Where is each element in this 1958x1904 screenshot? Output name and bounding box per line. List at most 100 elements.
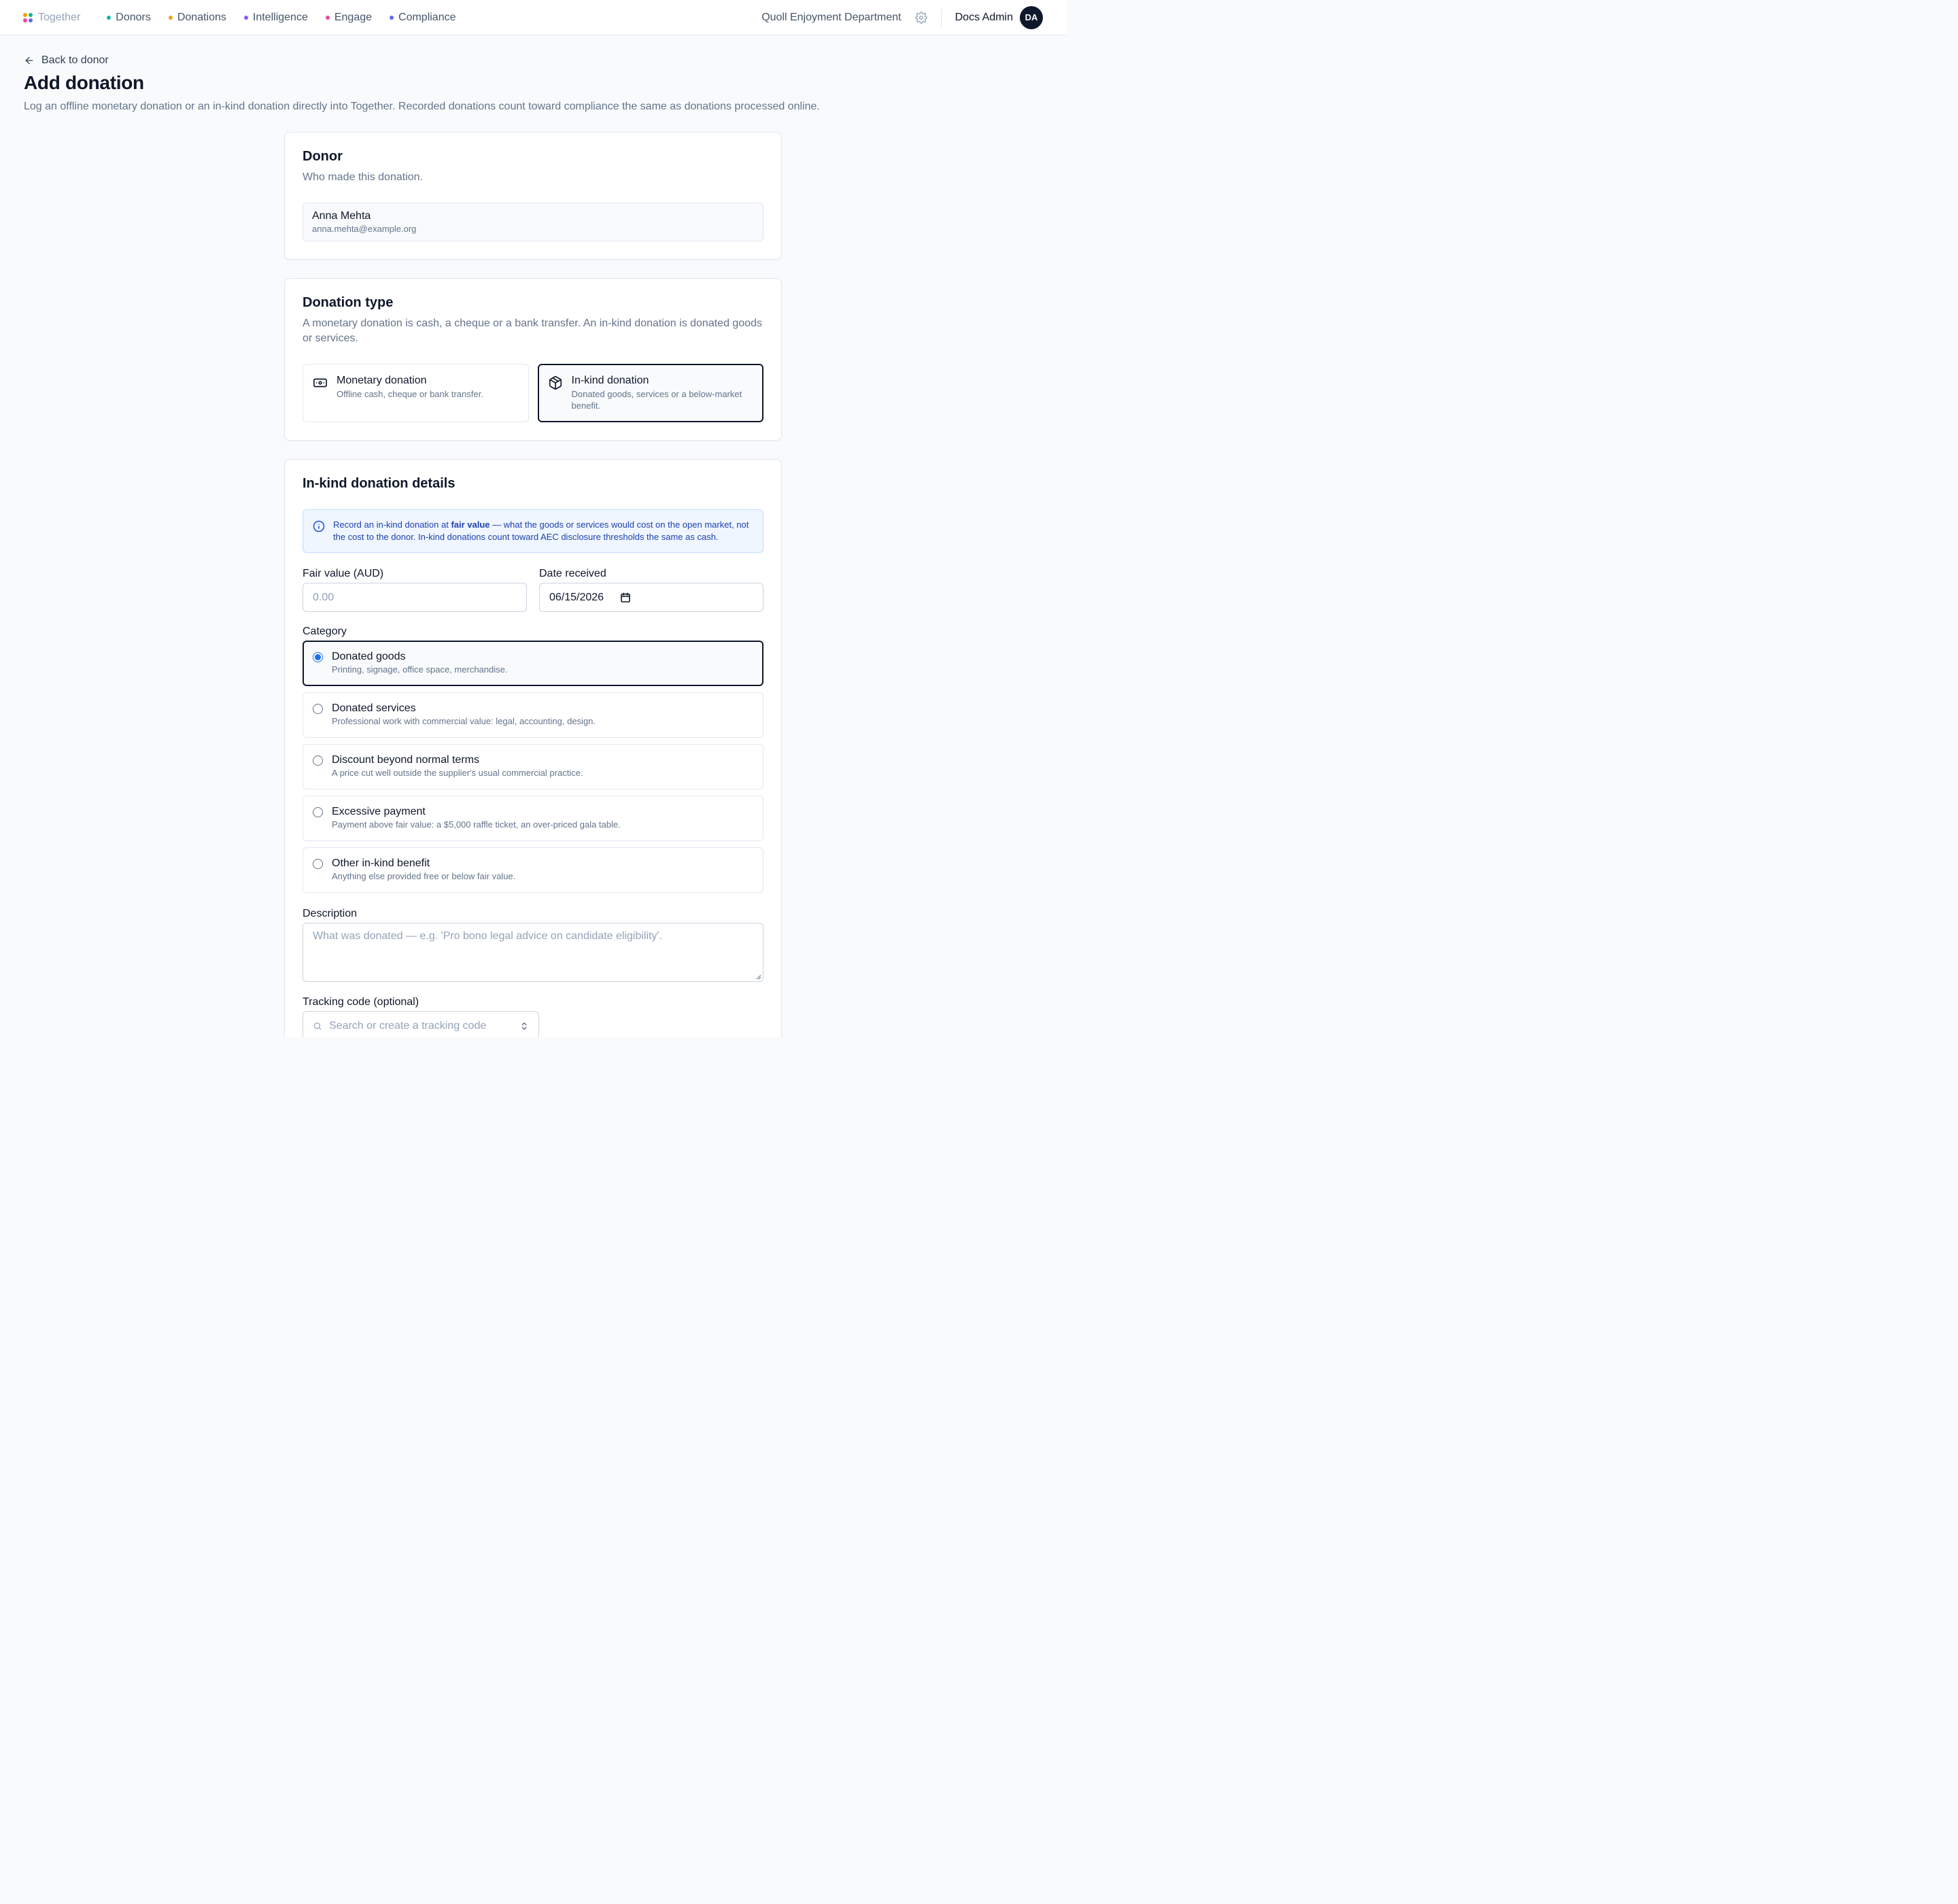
info-text: Record an in-kind donation at fair value… xyxy=(333,519,753,543)
value-date-row: Fair value (AUD) 0.00 Date received 06/1… xyxy=(303,568,763,612)
user-name[interactable]: Docs Admin xyxy=(955,12,1013,24)
option-description: Offline cash, cheque or bank transfer. xyxy=(337,389,483,399)
nav-item-label: Intelligence xyxy=(252,11,308,23)
category-title: Other in-kind benefit xyxy=(332,857,430,869)
details-title: In-kind donation details xyxy=(303,476,456,491)
donor-email: anna.mehta@example.org xyxy=(312,224,417,234)
divider xyxy=(940,8,942,27)
info-text-emphasis: fair value xyxy=(451,520,490,530)
donor-card: Donor Who made this donation. Anna Mehta… xyxy=(284,132,782,260)
info-text-start: Record an in-kind donation at xyxy=(333,520,451,530)
category-option-donated-services[interactable]: Donated services Professional work with c… xyxy=(303,692,763,738)
radio-button[interactable] xyxy=(313,704,323,714)
category-option-excessive-payment[interactable]: Excessive payment Payment above fair valu… xyxy=(303,796,763,841)
category-description: Professional work with commercial value:… xyxy=(332,716,596,726)
tracking-code-label: Tracking code (optional) xyxy=(303,996,419,1008)
tracking-code-placeholder: Search or create a tracking code xyxy=(329,1019,487,1032)
brand-dot xyxy=(29,18,33,22)
description-label: Description xyxy=(303,908,358,919)
description-placeholder: What was donated — e.g. 'Pro bono legal … xyxy=(313,930,662,942)
fair-value-input[interactable]: 0.00 xyxy=(303,583,527,612)
donor-card-description: Who made this donation. xyxy=(303,171,423,183)
organisation-switcher[interactable]: Quoll Enjoyment Department xyxy=(761,12,901,24)
page-header: Back to donor Add donation Log an offlin… xyxy=(0,35,1066,113)
page-subtitle: Log an offline monetary donation or an i… xyxy=(24,101,820,112)
category-title: Donated goods xyxy=(332,651,406,662)
calendar-icon[interactable] xyxy=(620,592,631,603)
date-received-label: Date received xyxy=(539,568,606,579)
tracking-code-select[interactable]: Search or create a tracking code xyxy=(303,1011,539,1037)
donor-name: Anna Mehta xyxy=(312,210,371,222)
category-option-other[interactable]: Other in-kind benefit Anything else provi… xyxy=(303,847,763,893)
nav-item-donors[interactable]: Donors xyxy=(98,0,160,35)
brand-name: Together xyxy=(38,11,81,23)
option-description: Donated goods, services or a below-marke… xyxy=(571,389,742,411)
page-title: Add donation xyxy=(24,72,144,93)
nav-item-compliance[interactable]: Compliance xyxy=(381,0,464,35)
category-description: Printing, signage, office space, merchan… xyxy=(332,664,508,675)
donor-card-title: Donor xyxy=(303,149,343,164)
info-icon xyxy=(313,520,325,532)
donation-type-title: Donation type xyxy=(303,295,394,310)
date-value: 06/15/2026 xyxy=(549,591,604,603)
donation-type-card: Donation type A monetary donation is cas… xyxy=(284,278,782,441)
brand-dot xyxy=(23,12,27,17)
selected-donor: Anna Mehta anna.mehta@example.org xyxy=(303,203,763,241)
nav-dot-icon xyxy=(243,15,248,20)
nav-item-engage[interactable]: Engage xyxy=(317,0,381,35)
date-received-input[interactable]: 06/15/2026 xyxy=(539,583,763,612)
app-viewport: Together Donors Donations Intelligence E… xyxy=(0,0,1066,1037)
brand-logo[interactable]: Together xyxy=(23,12,80,24)
form-column: Donor Who made this donation. Anna Mehta… xyxy=(284,132,782,1037)
top-navigation-bar: Together Donors Donations Intelligence E… xyxy=(0,0,1066,35)
nav-item-label: Donors xyxy=(116,11,151,23)
search-icon xyxy=(313,1022,322,1030)
category-option-donated-goods[interactable]: Donated goods Printing, signage, office s… xyxy=(303,641,763,686)
category-description: Payment above fair value: a $5,000 raffl… xyxy=(332,819,621,830)
category-label: Category xyxy=(303,626,347,637)
option-title: In-kind donation xyxy=(571,375,649,386)
fair-value-label: Fair value (AUD) xyxy=(303,568,384,579)
arrow-left-icon xyxy=(25,56,33,65)
back-link-label: Back to donor xyxy=(41,54,109,66)
category-title: Excessive payment xyxy=(332,806,426,817)
category-title: Donated services xyxy=(332,702,416,714)
brand-dot xyxy=(23,18,27,22)
option-title: Monetary donation xyxy=(337,375,427,386)
main-nav: Donors Donations Intelligence Engage Com… xyxy=(98,0,464,35)
monetary-donation-option[interactable]: Monetary donation Offline cash, cheque o… xyxy=(303,364,529,422)
resize-handle-icon[interactable] xyxy=(755,973,761,980)
category-title: Discount beyond normal terms xyxy=(332,754,479,766)
description-textarea[interactable]: What was donated — e.g. 'Pro bono legal … xyxy=(303,923,763,982)
topbar-right: Quoll Enjoyment Department Docs Admin DA xyxy=(761,5,1043,29)
nav-item-label: Compliance xyxy=(398,11,456,23)
package-icon xyxy=(549,376,562,390)
chevron-up-down-icon xyxy=(521,1022,527,1030)
category-description: Anything else provided free or below fai… xyxy=(332,871,516,881)
back-to-donor-link[interactable]: Back to donor xyxy=(24,54,1042,67)
banknote-icon xyxy=(313,378,327,388)
avatar[interactable]: DA xyxy=(1020,5,1043,29)
nav-dot-icon xyxy=(390,15,394,20)
donation-type-description: A monetary donation is cash, a cheque or… xyxy=(303,318,763,344)
nav-item-donations[interactable]: Donations xyxy=(160,0,235,35)
category-radio-group: Donated goods Printing, signage, office s… xyxy=(303,641,763,893)
in-kind-details-card: In-kind donation details Record an in-ki… xyxy=(284,459,782,1037)
brand-dot xyxy=(29,12,33,17)
fair-value-info-banner: Record an in-kind donation at fair value… xyxy=(303,509,763,553)
radio-button[interactable] xyxy=(313,652,323,662)
radio-button[interactable] xyxy=(313,859,323,869)
nav-item-label: Donations xyxy=(177,11,226,23)
radio-button[interactable] xyxy=(313,807,323,817)
nav-dot-icon xyxy=(168,15,173,20)
gear-icon[interactable] xyxy=(914,11,927,24)
nav-item-intelligence[interactable]: Intelligence xyxy=(235,0,317,35)
category-option-discount[interactable]: Discount beyond normal terms A price cut … xyxy=(303,744,763,789)
radio-button[interactable] xyxy=(313,755,323,766)
nav-dot-icon xyxy=(325,15,330,20)
date-received-field: Date received 06/15/2026 xyxy=(539,568,763,612)
category-description: A price cut well outside the supplier's … xyxy=(332,768,583,778)
in-kind-donation-option[interactable]: In-kind donation Donated goods, services… xyxy=(537,364,763,422)
nav-dot-icon xyxy=(107,15,111,20)
brand-dots-icon xyxy=(23,12,33,22)
